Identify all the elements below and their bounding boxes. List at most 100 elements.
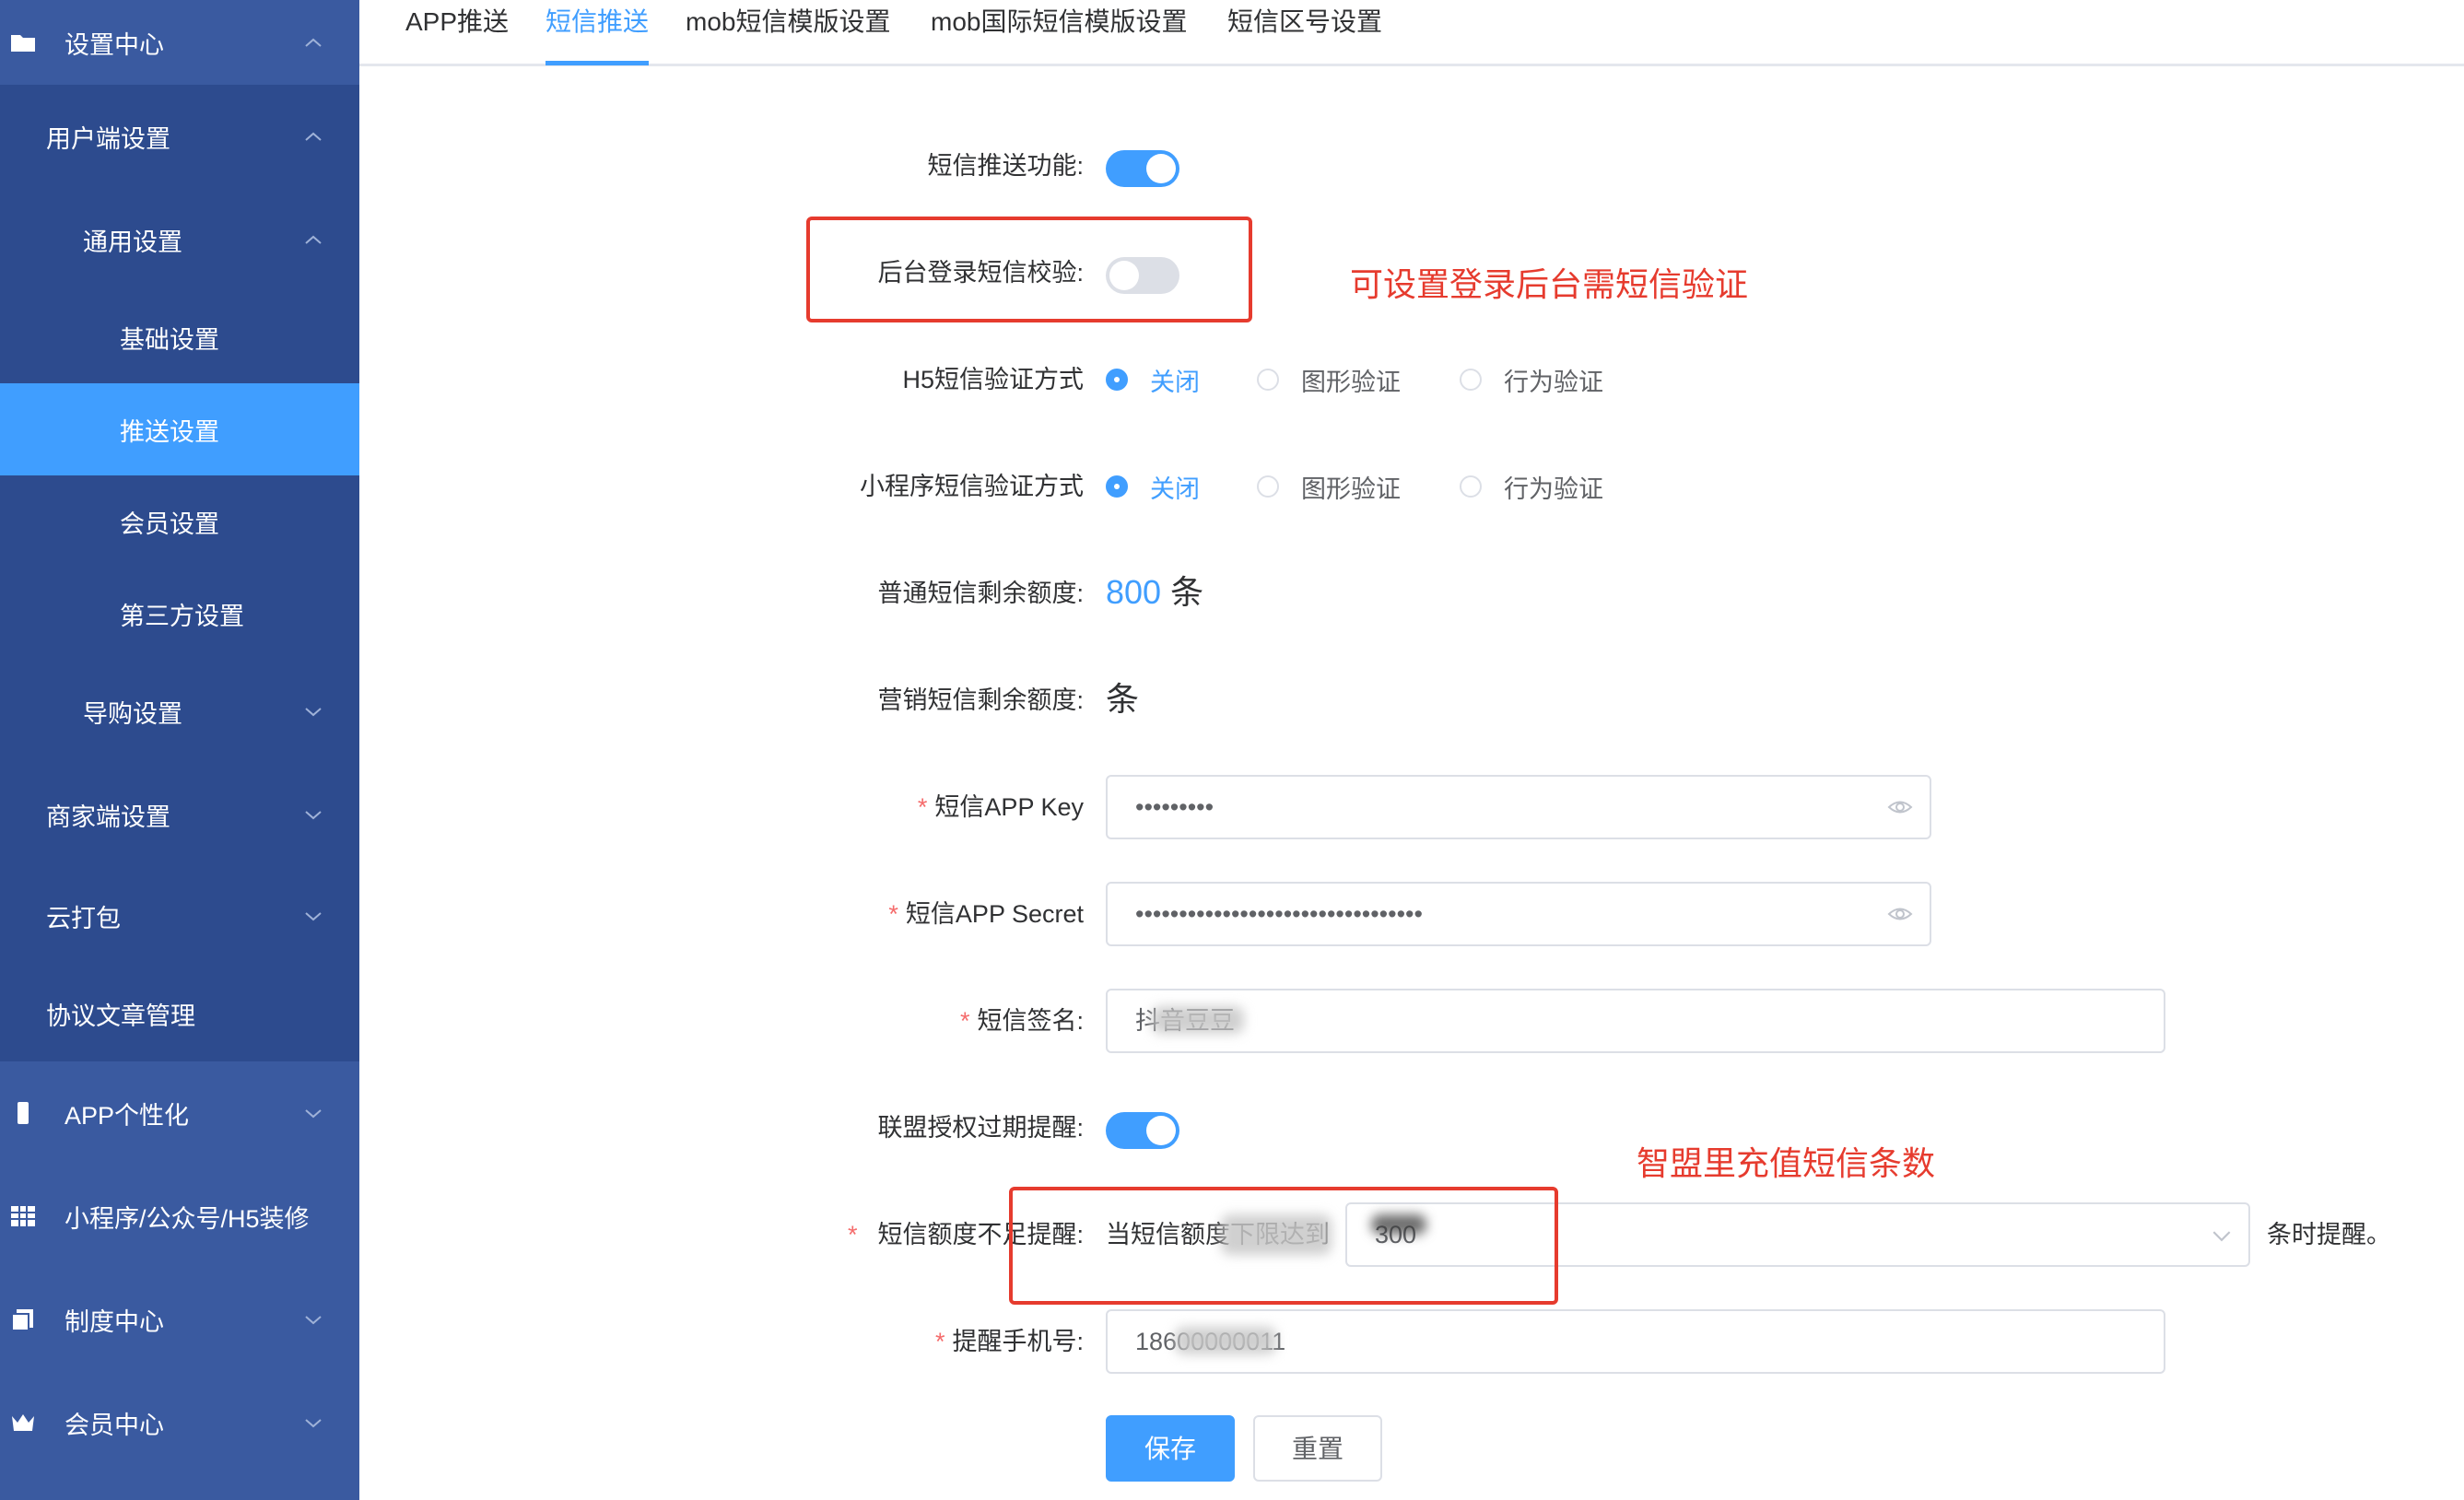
annotation-box-admin-login bbox=[806, 217, 1252, 322]
app-secret-input[interactable]: ••••••••••••••••••••••••••••••••• bbox=[1106, 882, 1931, 946]
eye-icon[interactable] bbox=[1887, 797, 1913, 817]
chevron-up-icon bbox=[305, 38, 322, 47]
tab-app-push[interactable]: APP推送 bbox=[405, 0, 509, 66]
switch-knob bbox=[1146, 154, 1176, 183]
normal-balance: 800 条 bbox=[1106, 569, 1203, 615]
chevron-down-icon bbox=[305, 1316, 322, 1325]
alliance-expiry-switch[interactable] bbox=[1106, 1112, 1179, 1149]
mini-verify-option-captcha[interactable]: 图形验证 bbox=[1257, 468, 1401, 505]
sidebar-item-member-settings[interactable]: 会员设置 bbox=[0, 475, 359, 568]
active-tab-indicator bbox=[546, 61, 649, 65]
sidebar-item-user-settings[interactable]: 用户端设置 bbox=[0, 85, 359, 188]
normal-balance-unit: 条 bbox=[1170, 573, 1204, 611]
document-icon bbox=[11, 1309, 33, 1331]
alliance-expiry-label: 联盟授权过期提醒: bbox=[877, 1114, 1084, 1142]
tab-sms-push[interactable]: 短信推送 bbox=[546, 0, 649, 66]
mini-verify-option-behavior[interactable]: 行为验证 bbox=[1460, 468, 1603, 505]
required-mark: * bbox=[959, 1007, 970, 1035]
sidebar-footer bbox=[0, 1474, 359, 1500]
radio-dot bbox=[1106, 475, 1128, 498]
radio-dot bbox=[1460, 475, 1482, 498]
switch-knob bbox=[1146, 1116, 1176, 1145]
sidebar-item-guide-settings[interactable]: 导购设置 bbox=[0, 660, 359, 763]
chevron-down-icon bbox=[305, 1109, 322, 1119]
sms-push-switch[interactable] bbox=[1106, 150, 1179, 187]
chevron-down-icon bbox=[305, 912, 322, 921]
radio-dot bbox=[1257, 369, 1279, 391]
sidebar-item-app-personalization[interactable]: APP个性化 bbox=[0, 1061, 359, 1165]
mini-verify-label: 小程序短信验证方式 bbox=[860, 473, 1084, 500]
sidebar-item-label: 推送设置 bbox=[120, 417, 219, 446]
chevron-down-icon bbox=[305, 1419, 322, 1428]
sidebar-item-label: 会员中心 bbox=[65, 1411, 164, 1439]
sidebar-item-label: 用户端设置 bbox=[46, 124, 170, 153]
sidebar-item-push-settings[interactable]: 推送设置 bbox=[0, 383, 359, 475]
chevron-up-icon bbox=[305, 235, 322, 244]
sidebar-item-cloud-package[interactable]: 云打包 bbox=[0, 866, 359, 966]
h5-verify-radio-group: 关闭 图形验证 行为验证 bbox=[1106, 361, 1659, 398]
sidebar-item-label: 云打包 bbox=[46, 904, 121, 932]
h5-verify-option-behavior[interactable]: 行为验证 bbox=[1460, 361, 1603, 398]
sidebar-item-label: 导购设置 bbox=[83, 699, 182, 728]
required-mark: * bbox=[917, 793, 928, 821]
sidebar-item-merchant-settings[interactable]: 商家端设置 bbox=[0, 763, 359, 866]
chevron-down-icon bbox=[305, 811, 322, 820]
sms-push-label: 短信推送功能: bbox=[927, 152, 1084, 180]
annotation-box-threshold bbox=[1009, 1187, 1558, 1305]
phone-icon bbox=[18, 1102, 29, 1124]
sidebar-item-label: 协议文章管理 bbox=[46, 1002, 195, 1030]
sidebar: 设置中心 用户端设置 通用设置 基础设置 推送设置 会员设置 第三方设置 导购设… bbox=[0, 0, 359, 1500]
sidebar-item-label: APP个性化 bbox=[65, 1101, 190, 1130]
sidebar-item-label: 小程序/公众号/H5装修 bbox=[65, 1204, 310, 1233]
marketing-balance-unit: 条 bbox=[1106, 680, 1140, 718]
chevron-down-icon bbox=[305, 708, 322, 717]
app-key-input[interactable]: ••••••••• bbox=[1106, 775, 1931, 839]
folder-icon bbox=[11, 35, 35, 52]
sidebar-item-third-party-settings[interactable]: 第三方设置 bbox=[0, 568, 359, 660]
h5-verify-option-captcha[interactable]: 图形验证 bbox=[1257, 361, 1401, 398]
sidebar-item-label: 制度中心 bbox=[65, 1307, 164, 1336]
sidebar-item-system-center[interactable]: 制度中心 bbox=[0, 1268, 359, 1371]
tab-mob-intl-sms-template[interactable]: mob国际短信模版设置 bbox=[931, 0, 1187, 66]
signature-label: * 短信签名: bbox=[959, 1007, 1084, 1035]
sidebar-item-label: 基础设置 bbox=[120, 325, 219, 354]
chevron-down-icon bbox=[2212, 1231, 2231, 1242]
app-key-label: * 短信APP Key bbox=[917, 793, 1084, 821]
h5-verify-label: H5短信验证方式 bbox=[902, 366, 1084, 393]
mini-verify-option-off[interactable]: 关闭 bbox=[1106, 468, 1200, 505]
eye-icon[interactable] bbox=[1887, 904, 1913, 924]
sidebar-item-label: 通用设置 bbox=[83, 228, 182, 256]
sidebar-item-label: 第三方设置 bbox=[120, 602, 244, 630]
crown-icon bbox=[12, 1414, 34, 1431]
grid-icon bbox=[11, 1206, 35, 1226]
save-button[interactable]: 保存 bbox=[1106, 1415, 1235, 1482]
required-mark: * bbox=[847, 1221, 858, 1248]
signature-input[interactable]: 抖音豆豆 bbox=[1106, 989, 2165, 1053]
sidebar-item-member-center[interactable]: 会员中心 bbox=[0, 1371, 359, 1474]
sidebar-item-label: 会员设置 bbox=[120, 510, 219, 538]
marketing-balance-label: 营销短信剩余额度: bbox=[877, 686, 1084, 714]
normal-balance-label: 普通短信剩余额度: bbox=[877, 580, 1084, 607]
h5-verify-option-off[interactable]: 关闭 bbox=[1106, 361, 1200, 398]
sidebar-item-general-settings[interactable]: 通用设置 bbox=[0, 188, 359, 291]
radio-dot bbox=[1106, 369, 1128, 391]
reset-button[interactable]: 重置 bbox=[1253, 1415, 1382, 1482]
radio-dot bbox=[1460, 369, 1482, 391]
tab-bar bbox=[359, 0, 2464, 66]
radio-dot bbox=[1257, 475, 1279, 498]
tab-mob-sms-template[interactable]: mob短信模版设置 bbox=[686, 0, 890, 66]
sidebar-item-agreement-articles[interactable]: 协议文章管理 bbox=[0, 966, 359, 1061]
privacy-blur bbox=[1152, 1006, 1244, 1034]
sidebar-item-miniprogram-decoration[interactable]: 小程序/公众号/H5装修 bbox=[0, 1165, 359, 1268]
chevron-up-icon bbox=[305, 132, 322, 141]
annotation-note-admin-login: 可设置登录后台需短信验证 bbox=[1350, 265, 1749, 303]
sidebar-item-settings-center[interactable]: 设置中心 bbox=[0, 0, 359, 85]
sidebar-item-label: 设置中心 bbox=[65, 30, 164, 59]
sidebar-item-basic-settings[interactable]: 基础设置 bbox=[0, 291, 359, 383]
sms-threshold-suffix: 条时提醒。 bbox=[2267, 1221, 2391, 1248]
required-mark: * bbox=[888, 900, 898, 928]
annotation-note-recharge: 智盟里充值短信条数 bbox=[1637, 1144, 1936, 1182]
mini-verify-radio-group: 关闭 图形验证 行为验证 bbox=[1106, 468, 1659, 505]
tab-sms-area-code[interactable]: 短信区号设置 bbox=[1227, 0, 1382, 66]
normal-balance-value: 800 bbox=[1106, 573, 1162, 611]
